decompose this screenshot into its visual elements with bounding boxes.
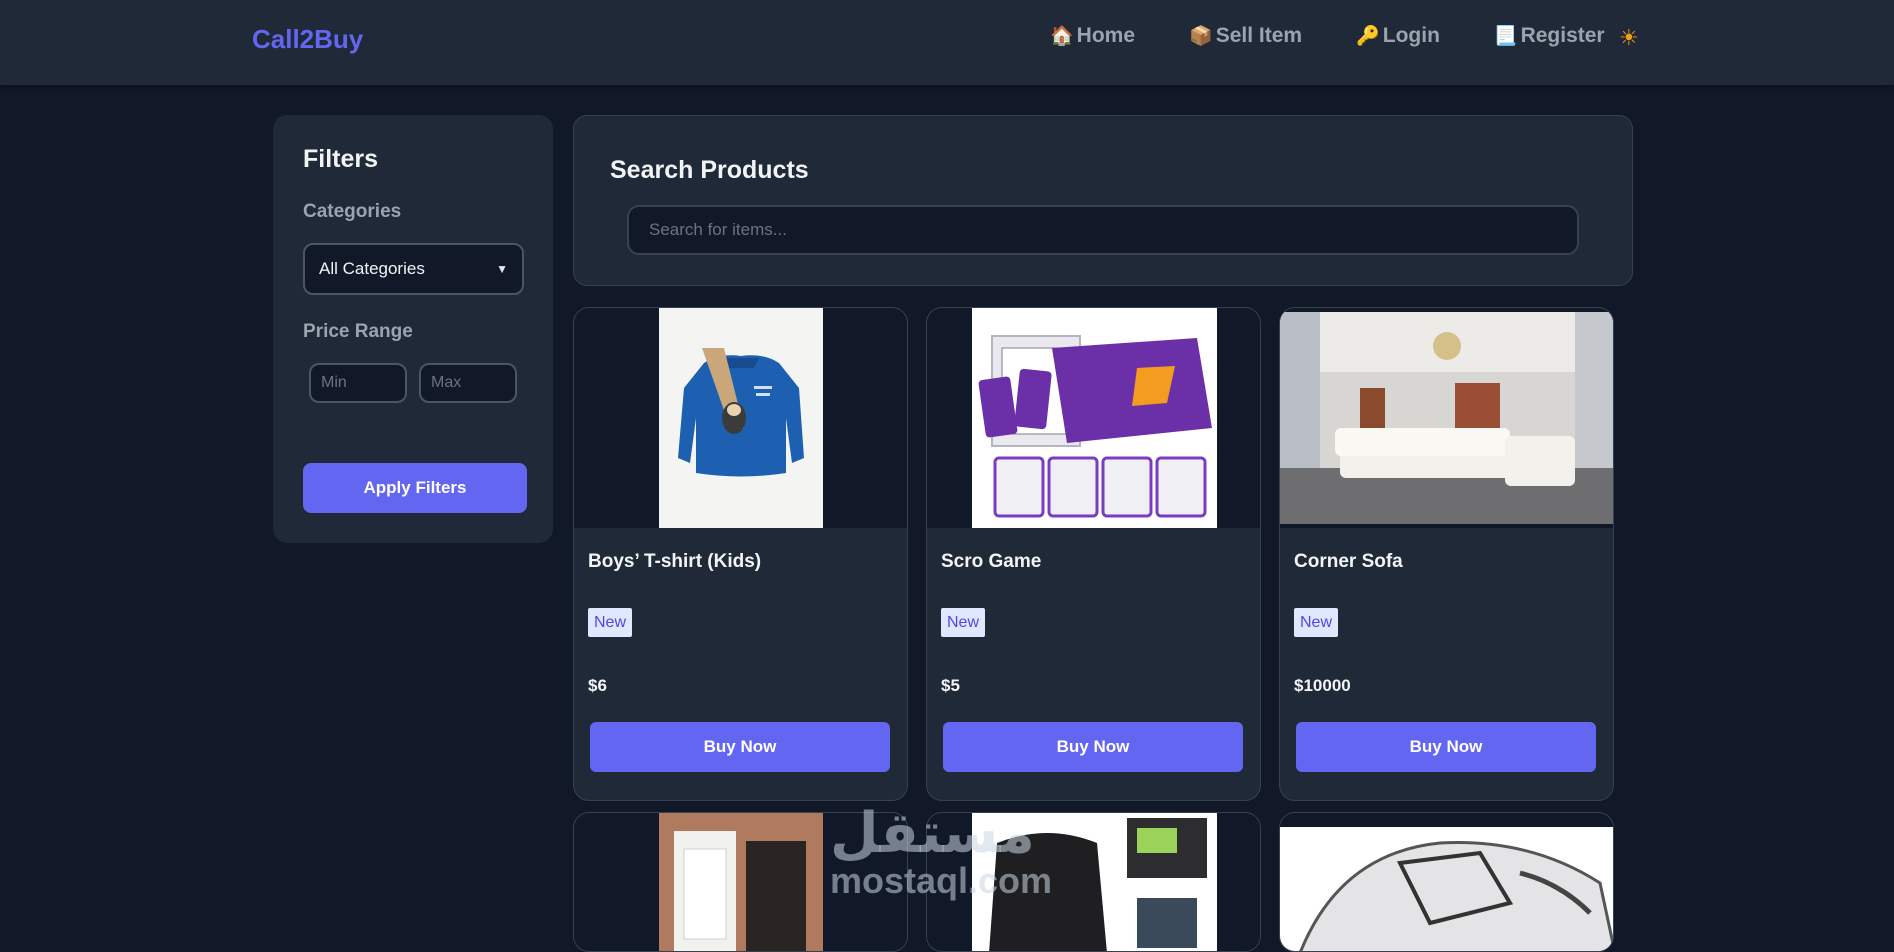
- card-game-image: [972, 308, 1217, 528]
- nav-login-link[interactable]: 🔑 Login: [1356, 24, 1440, 48]
- nav-register-label: Register: [1520, 24, 1605, 47]
- sweatshirt-image: [659, 308, 823, 528]
- filters-sidebar: Filters Categories All Categories ▼ Pric…: [273, 115, 553, 543]
- category-selected-value: All Categories: [319, 259, 425, 278]
- condition-badge: New: [588, 608, 633, 637]
- min-price-input[interactable]: Min: [309, 363, 407, 403]
- product-image[interactable]: [1280, 308, 1613, 528]
- search-title: Search Products: [610, 156, 809, 184]
- nav-sell-item-link[interactable]: 📦 Sell Item: [1189, 24, 1302, 48]
- nav-register-link[interactable]: 📃 Register: [1494, 24, 1605, 48]
- product-card: [573, 812, 908, 952]
- house-icon: 🏠: [1050, 26, 1074, 47]
- nav-links: 🏠 Home 📦 Sell Item 🔑 Login 📃 Register: [1050, 24, 1659, 48]
- product-image[interactable]: [1280, 813, 1613, 951]
- product-image[interactable]: [574, 308, 907, 528]
- document-icon: 📃: [1493, 26, 1518, 47]
- max-price-input[interactable]: Max: [419, 363, 517, 403]
- product-card: Boys’ T-shirt (Kids) New $6 Buy Now: [573, 307, 908, 801]
- nav-home-label: Home: [1076, 24, 1136, 47]
- apply-filters-button[interactable]: Apply Filters: [303, 463, 527, 513]
- product-title: Boys’ T-shirt (Kids): [588, 551, 762, 572]
- product-card: [926, 812, 1261, 952]
- chevron-down-icon: ▼: [496, 262, 508, 276]
- brand-logo[interactable]: Call2Buy: [252, 24, 363, 55]
- category-select[interactable]: All Categories ▼: [303, 243, 524, 295]
- nav-home-link[interactable]: 🏠 Home: [1050, 24, 1135, 48]
- condition-badge: New: [941, 608, 986, 637]
- buy-now-button[interactable]: Buy Now: [590, 722, 890, 772]
- backpack-image: [972, 813, 1217, 951]
- buy-now-button[interactable]: Buy Now: [1296, 722, 1596, 772]
- search-input[interactable]: Search for items...: [627, 205, 1579, 255]
- product-card: [1279, 812, 1614, 952]
- product-price: $10000: [1294, 676, 1351, 695]
- product-image[interactable]: [927, 308, 1260, 528]
- key-icon: 🔑: [1356, 26, 1380, 47]
- sneaker-image: [1280, 827, 1613, 951]
- product-price: $6: [588, 676, 607, 695]
- search-panel: Search Products Search for items...: [573, 115, 1633, 286]
- package-icon: 📦: [1189, 26, 1213, 47]
- product-price: $5: [941, 676, 960, 695]
- sofa-image: [1280, 312, 1613, 524]
- product-card: Corner Sofa New $10000 Buy Now: [1279, 307, 1614, 801]
- categories-label: Categories: [303, 201, 402, 222]
- filters-title: Filters: [303, 145, 379, 173]
- nav-login-label: Login: [1382, 24, 1440, 47]
- product-title: Scro Game: [941, 551, 1042, 572]
- phone-case-image: [659, 813, 823, 951]
- price-range-label: Price Range: [303, 321, 413, 342]
- sun-icon[interactable]: ☀: [1619, 25, 1639, 51]
- product-title: Corner Sofa: [1294, 551, 1403, 572]
- product-image[interactable]: [927, 813, 1260, 951]
- product-image[interactable]: [574, 813, 907, 951]
- buy-now-button[interactable]: Buy Now: [943, 722, 1243, 772]
- nav-sell-item-label: Sell Item: [1215, 24, 1303, 47]
- condition-badge: New: [1294, 608, 1339, 637]
- product-card: Scro Game New $5 Buy Now: [926, 307, 1261, 801]
- top-navbar: Call2Buy 🏠 Home 📦 Sell Item 🔑 Login 📃 Re…: [0, 0, 1894, 85]
